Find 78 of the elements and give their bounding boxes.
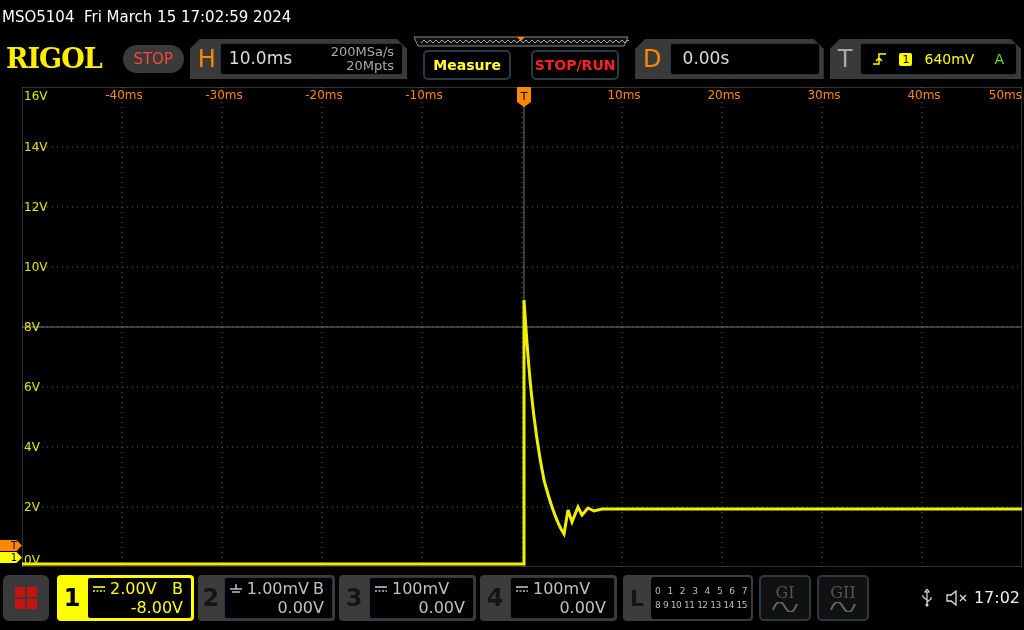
voltage-axis-label: 12V xyxy=(24,200,48,214)
dc-coupling-icon xyxy=(374,584,388,593)
grid-menu-icon xyxy=(15,587,37,609)
digital-channel-number: 10 xyxy=(670,599,682,612)
horizontal-panel[interactable]: H 10.0ms 200MSa/s 20Mpts xyxy=(189,39,408,79)
rising-edge-icon xyxy=(873,53,888,65)
time-axis-label: -20ms xyxy=(305,88,343,102)
digital-channel-number: 13 xyxy=(710,599,721,612)
voltage-axis-label: 14V xyxy=(24,140,48,154)
time-axis-label: -40ms xyxy=(105,88,143,102)
time-axis-label: 10ms xyxy=(607,88,641,102)
clock-time: 17:02 xyxy=(973,587,1020,609)
bandwidth-limit: B xyxy=(313,579,325,598)
voltage-axis-label: 16V xyxy=(24,89,48,103)
digital-channel-number: 1 xyxy=(667,585,673,598)
bandwidth-limit: B xyxy=(172,579,184,598)
channel-panel[interactable]: 1 2.00V B -8.00V xyxy=(57,575,194,621)
trigger-source-badge: 1 xyxy=(899,52,913,66)
digital-channel-number: 8 xyxy=(655,599,661,612)
sine-wave-icon xyxy=(772,602,798,612)
trigger-level-marker[interactable]: T xyxy=(0,540,22,551)
dc-coupling-icon xyxy=(515,584,529,593)
vertical-scale: 2.00V xyxy=(110,579,157,598)
time-axis-label: -10ms xyxy=(405,88,443,102)
digital-channel-number: 11 xyxy=(684,599,695,612)
digital-channel-number: 6 xyxy=(729,585,735,598)
trigger-mode: A xyxy=(994,49,1004,69)
delay-value: 0.00s xyxy=(682,47,730,71)
panel-letter: D xyxy=(643,44,662,75)
voltage-axis-label: 10V xyxy=(24,260,48,274)
delay-panel[interactable]: D 0.00s xyxy=(635,39,824,79)
channel-number: 1 xyxy=(62,583,82,614)
voltage-axis-label: 2V xyxy=(24,500,40,514)
digital-channel-number: 2 xyxy=(679,585,685,598)
digital-channel-number: 15 xyxy=(736,599,747,612)
memory-depth: 20Mpts xyxy=(346,59,395,73)
vertical-offset: 0.00V xyxy=(418,598,466,617)
time-axis-label: -30ms xyxy=(205,88,243,102)
time-axis-label: 30ms xyxy=(807,88,841,102)
measure-button[interactable]: Measure xyxy=(423,50,512,80)
vertical-scale: 100mV xyxy=(533,579,591,598)
muted-speaker-icon xyxy=(945,590,968,606)
digital-channel-number: 0 xyxy=(655,585,661,598)
digital-channel-number: 12 xyxy=(697,599,708,612)
panel-letter: T xyxy=(837,44,853,75)
voltage-axis-label: 8V xyxy=(24,320,40,334)
trigger-panel[interactable]: T 1 640mV A xyxy=(829,39,1021,79)
menu-button[interactable] xyxy=(3,575,49,621)
trigger-level: 640mV xyxy=(924,49,975,69)
vertical-offset: -8.00V xyxy=(130,598,184,617)
window-title: MSO5104 Fri March 15 17:02:59 2024 xyxy=(2,6,292,28)
time-axis-label: 20ms xyxy=(707,88,741,102)
trigger-position-marker[interactable]: T xyxy=(517,87,531,107)
run-state-badge: STOP xyxy=(122,45,184,73)
digital-channel-number: 5 xyxy=(716,585,723,598)
brand-logo: RIGOL xyxy=(6,41,103,76)
stop-run-button[interactable]: STOP/RUN xyxy=(531,50,620,80)
channel-marker[interactable]: 1 xyxy=(0,552,22,563)
sine-wave-icon xyxy=(830,602,856,612)
digital-channel-number: 14 xyxy=(723,599,734,612)
digital-channel-number: 4 xyxy=(704,585,710,598)
sample-rate: 200MSa/s xyxy=(330,45,395,59)
panel-letter: H xyxy=(197,44,216,75)
time-axis-label: 40ms xyxy=(907,88,941,102)
vertical-offset: 0.00V xyxy=(559,598,607,617)
vertical-scale: 100mV xyxy=(392,579,450,598)
ground-coupling-icon xyxy=(228,583,243,594)
vertical-scale: 1.00mV xyxy=(246,579,309,598)
voltage-axis-label: 4V xyxy=(24,440,40,454)
digital-channel-number: 3 xyxy=(692,585,698,598)
digital-channel-number: 7 xyxy=(741,585,747,598)
usb-icon xyxy=(921,589,932,607)
digital-channel-number: 9 xyxy=(662,599,669,612)
time-axis-label: 50ms xyxy=(988,88,1022,102)
vertical-offset: 0.00V xyxy=(277,598,325,617)
timebase-value: 10.0ms xyxy=(228,47,293,71)
voltage-axis-label: 6V xyxy=(24,380,40,394)
dc-coupling-icon xyxy=(92,584,106,593)
